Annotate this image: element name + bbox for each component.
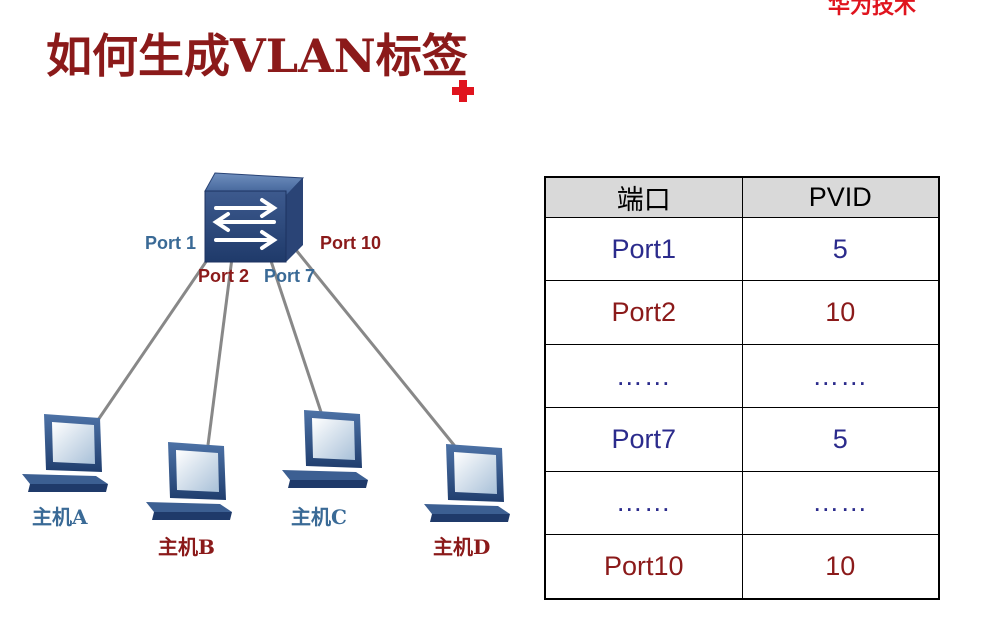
pc-b-icon (146, 442, 232, 520)
table-row: …… …… (544, 343, 940, 409)
host-c-label: 主机C (291, 505, 347, 529)
cell-port: …… (544, 470, 743, 536)
host-b-label: 主机B (158, 535, 215, 559)
cell-pvid: 5 (741, 407, 940, 472)
port-pvid-table: 端口 PVID Port1 5 Port2 10 …… …… Port7 5 …… (544, 176, 940, 600)
table-row: Port10 10 (544, 534, 940, 600)
cell-port: Port7 (544, 407, 743, 472)
switch-icon (204, 172, 305, 263)
cell-port: …… (544, 343, 743, 409)
table-row: Port7 5 (544, 407, 940, 472)
cell-pvid: 10 (741, 280, 940, 345)
cell-port: Port2 (544, 280, 743, 345)
pc-c-icon (282, 410, 368, 488)
port7-label: Port 7 (264, 266, 316, 286)
cell-port: Port1 (544, 216, 743, 282)
header-port: 端口 (544, 176, 743, 218)
port10-label: Port 10 (320, 233, 382, 253)
cell-pvid: 5 (741, 216, 940, 282)
table-row: …… …… (544, 470, 940, 536)
header-pvid: PVID (741, 176, 940, 218)
table-row: Port1 5 (544, 216, 940, 282)
pc-a-icon (22, 414, 108, 492)
cell-pvid: …… (741, 470, 940, 536)
pc-d-icon (424, 444, 510, 522)
table-row: Port2 10 (544, 280, 940, 345)
host-d-label: 主机D (433, 535, 491, 559)
cell-pvid: 10 (741, 534, 940, 600)
port2-label: Port 2 (198, 266, 250, 286)
cell-pvid: …… (741, 343, 940, 409)
table-header-row: 端口 PVID (544, 176, 940, 218)
port1-label: Port 1 (145, 233, 197, 253)
cell-port: Port10 (544, 534, 743, 600)
link-port1-hosta (96, 249, 216, 421)
host-a-label: 主机A (32, 505, 88, 529)
